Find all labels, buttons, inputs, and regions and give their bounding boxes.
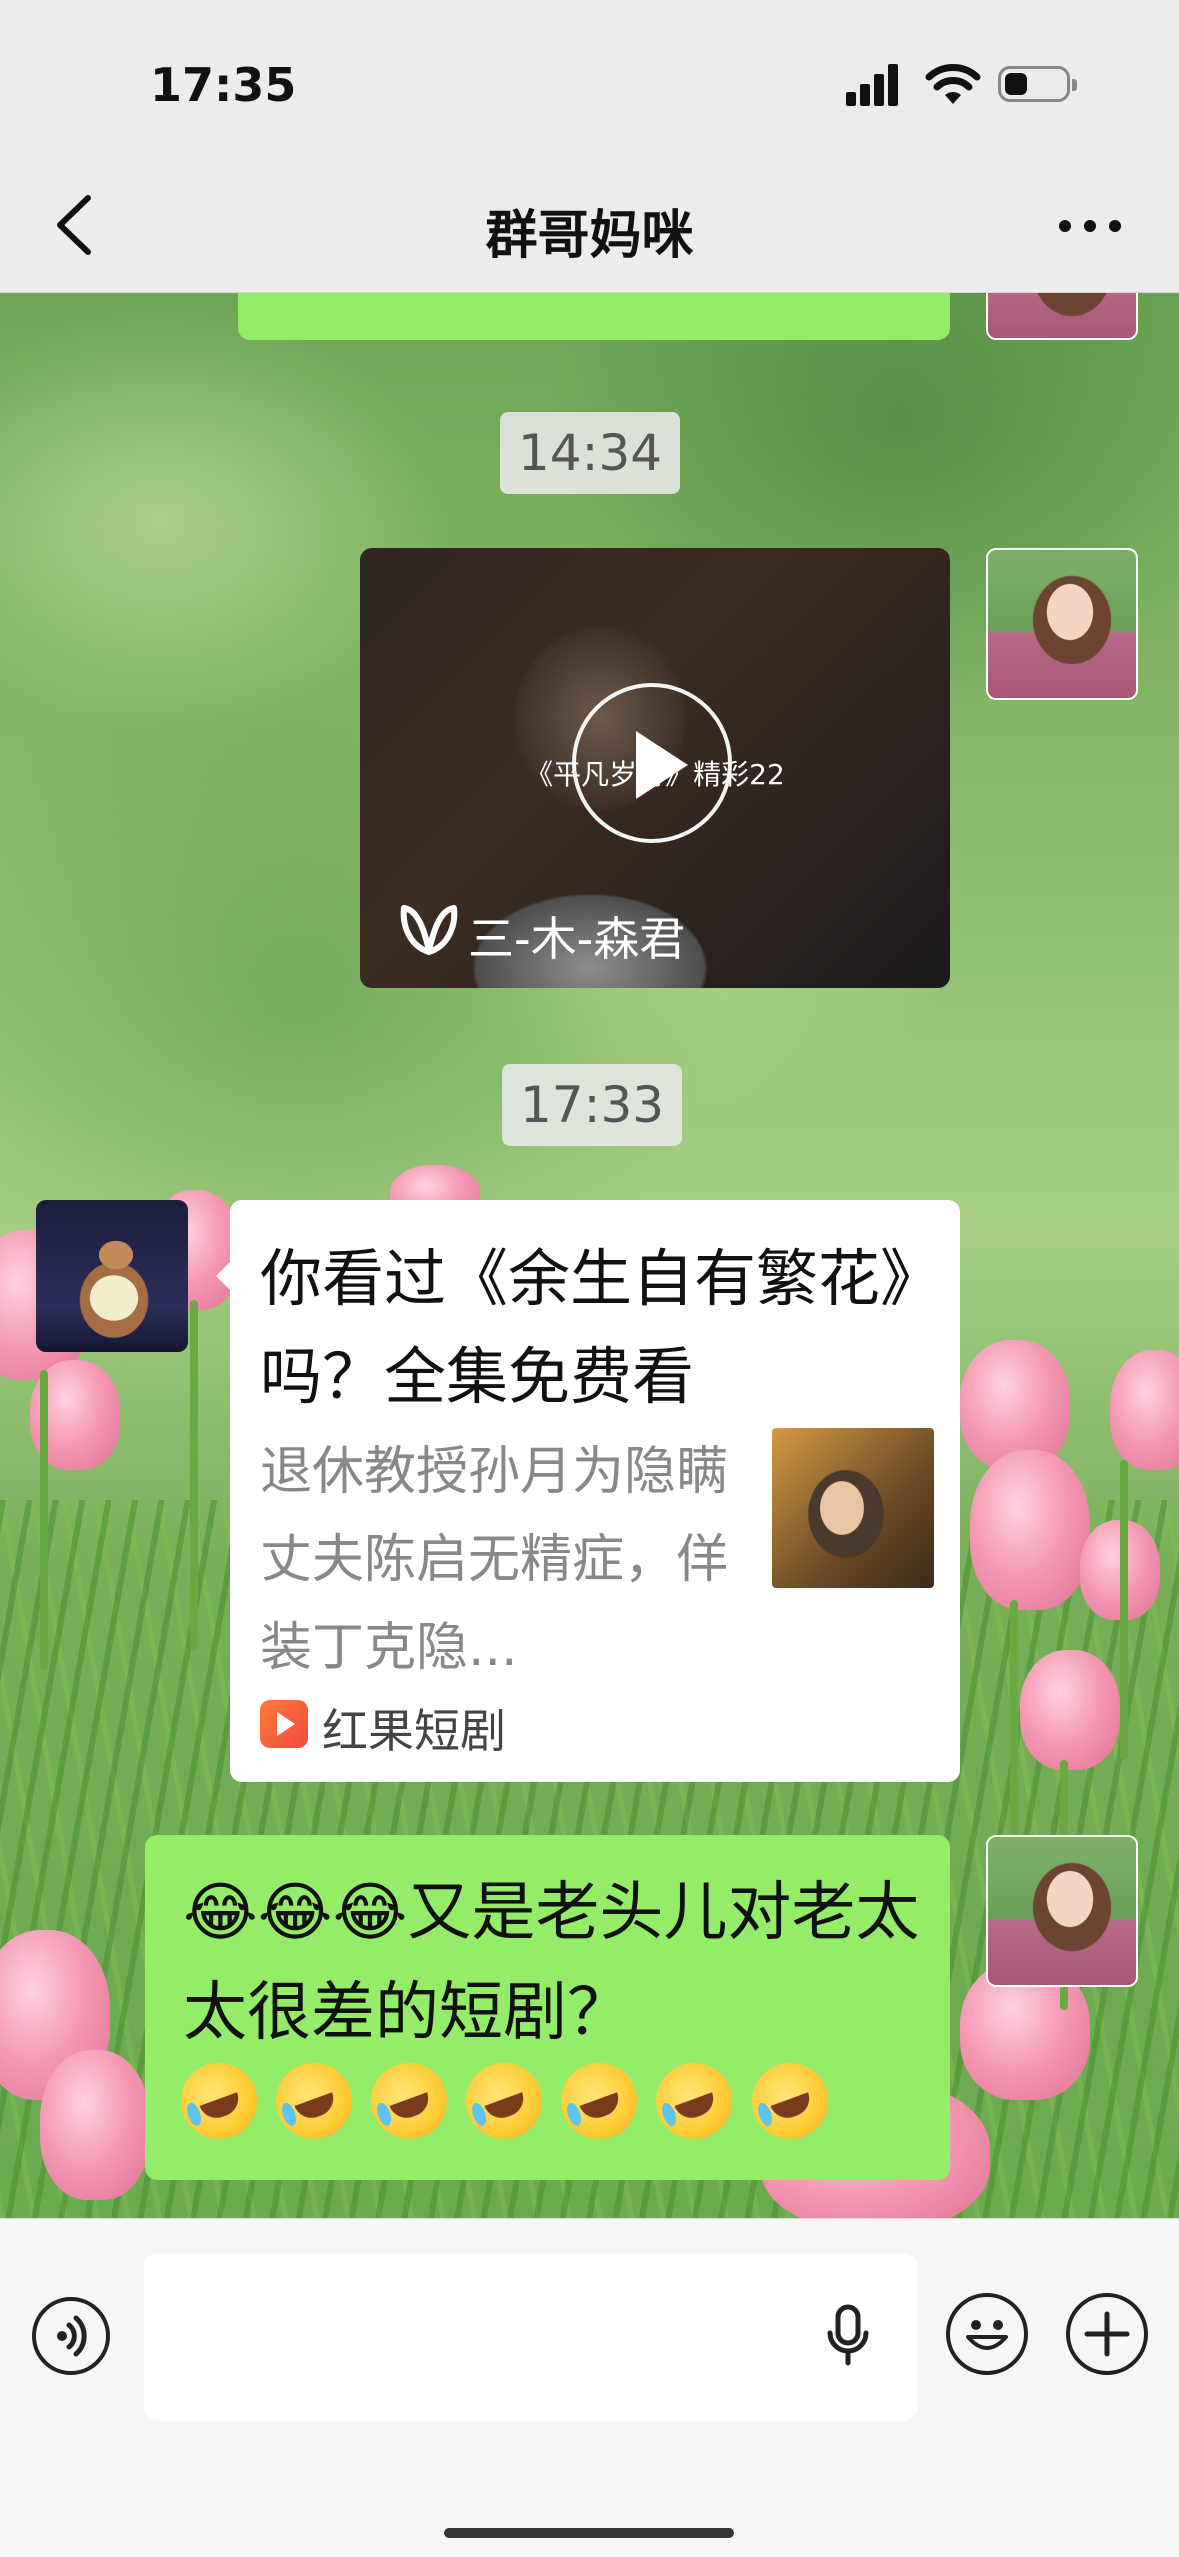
voice-icon: [57, 2315, 87, 2357]
more-options-button[interactable]: [1055, 200, 1125, 250]
chat-title: 群哥妈咪: [485, 206, 694, 266]
link-title: 你看过《余生自有繁花》吗？全集免费看: [260, 1242, 912, 1413]
status-time: 17:35: [150, 58, 297, 112]
link-description: 退休教授孙月为隐瞒丈夫陈启无精症，佯装丁克隐...: [260, 1442, 729, 1678]
rofl-emoji-icon: [740, 2052, 839, 2150]
reply-message-bubble[interactable]: 😂😂😂又是老头儿对老太太很差的短剧？: [145, 1835, 950, 2180]
wifi-icon: [925, 64, 981, 104]
video-message-card[interactable]: 《平凡岁月》精彩22 三-木-森君: [360, 548, 950, 988]
link-source: 红果短剧: [322, 1704, 506, 1758]
reply-text: 😂😂😂又是老头儿对老太太很差的短剧？: [183, 1876, 920, 2050]
home-indicator: [444, 2528, 734, 2538]
hongguo-app-icon: [260, 1700, 308, 1748]
contact-avatar[interactable]: [36, 1200, 188, 1352]
rofl-emoji-icon: [645, 2052, 744, 2150]
rofl-emoji-icon: [170, 2052, 268, 2150]
cellular-signal-icon: [846, 62, 898, 106]
battery-icon: [998, 66, 1077, 102]
rofl-emoji-icon: [265, 2052, 363, 2150]
plus-icon: [1084, 2311, 1130, 2357]
message-timestamp: 17:33: [502, 1064, 683, 1146]
channels-logo-icon: [400, 905, 458, 955]
more-functions-button[interactable]: [1066, 2293, 1148, 2375]
navigation-header: 17:35 群哥妈咪: [0, 0, 1179, 293]
smiley-icon: [966, 2320, 1008, 2350]
link-thumbnail: [772, 1428, 934, 1588]
voice-toggle-button[interactable]: [32, 2297, 110, 2375]
video-author: 三-木-森君: [468, 912, 686, 966]
play-icon[interactable]: [572, 683, 732, 843]
message-timestamp: 14:34: [500, 412, 681, 494]
rofl-emoji-icon: [550, 2052, 649, 2150]
microphone-icon[interactable]: [826, 2303, 870, 2367]
rofl-emoji-icon: [455, 2052, 553, 2150]
my-avatar[interactable]: [986, 548, 1138, 700]
rofl-emoji-icon: [360, 2052, 458, 2150]
shared-link-card[interactable]: 你看过《余生自有繁花》吗？全集免费看 退休教授孙月为隐瞒丈夫陈启无精症，佯装丁克…: [216, 1200, 960, 1782]
my-avatar[interactable]: [986, 1835, 1138, 1987]
emoji-button[interactable]: [946, 2293, 1028, 2375]
message-input[interactable]: [144, 2253, 918, 2421]
emoji-row: [170, 2052, 842, 2150]
